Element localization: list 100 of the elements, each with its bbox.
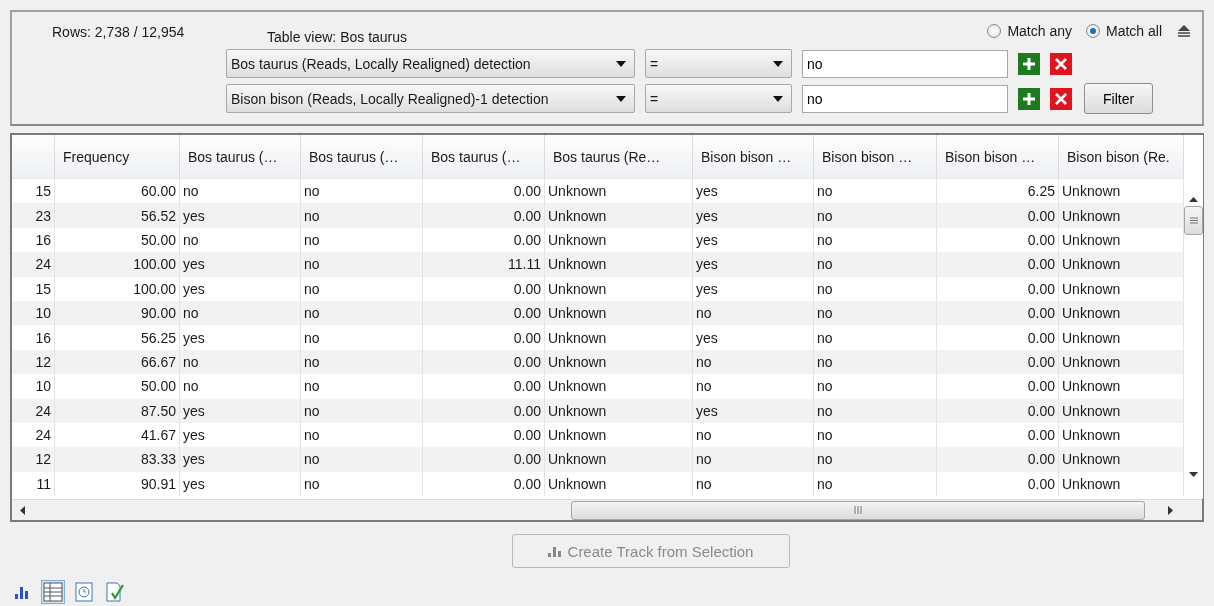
match-radio[interactable]: Match any <box>987 23 1072 39</box>
table-row[interactable]: 10 90.00 no no 0.00 Unknown no no 0.00 Unknown <box>12 300 1184 326</box>
table-cell: 56.25 <box>55 325 180 350</box>
table-cell: Unknown <box>545 276 693 301</box>
table-row[interactable]: 12 66.67 no no 0.00 Unknown no no 0.00 Unknown <box>12 349 1184 375</box>
table-row[interactable]: 24 100.00 yes no 11.11 Unknown yes no 0.00 Unknown <box>12 252 1184 277</box>
table-cell: no <box>301 471 423 497</box>
remove-filter-icon[interactable] <box>1050 52 1072 75</box>
rows-count: Rows: 2,738 / 12,954 <box>52 24 185 40</box>
view-tab[interactable] <box>72 580 96 604</box>
table-cell: no <box>301 447 423 472</box>
table-cell: Unknown <box>545 252 693 277</box>
scroll-right-icon[interactable] <box>1168 505 1173 515</box>
clock-icon <box>75 582 93 602</box>
table-cell: no <box>301 398 423 423</box>
column-header[interactable]: Bos taurus (… <box>180 135 301 179</box>
table-cell: 0.00 <box>423 398 545 423</box>
column-dropdown[interactable]: Bos taurus (Reads, Locally Realigned) detection <box>226 49 635 78</box>
column-header[interactable]: Bos taurus (Re… <box>545 135 693 179</box>
add-filter-icon[interactable] <box>1018 87 1040 110</box>
table-cell: 87.50 <box>55 398 180 423</box>
table-cell: Unknown <box>545 398 693 423</box>
value-field[interactable]: no <box>802 49 1008 78</box>
table-cell: no <box>693 471 814 497</box>
table-cell: 0.00 <box>937 276 1059 301</box>
operator-dropdown[interactable]: = <box>645 49 792 78</box>
caret-icon <box>773 60 783 67</box>
table-cell: yes <box>180 325 301 350</box>
table-cell: 0.00 <box>937 398 1059 423</box>
table-cell: yes <box>693 398 814 423</box>
table-row[interactable]: 23 56.52 yes no 0.00 Unknown yes no 0.00 Unknown <box>12 203 1184 228</box>
table-cell: 12 <box>12 447 55 472</box>
column-header[interactable]: Bison bison … <box>814 135 937 179</box>
caret-icon <box>616 95 626 102</box>
table-cell: Unknown <box>545 325 693 350</box>
radio-button[interactable] <box>987 24 1002 38</box>
table-row[interactable]: 12 83.33 yes no 0.00 Unknown no no 0.00 Unknown <box>12 447 1184 472</box>
table-cell: no <box>814 325 937 350</box>
column-header[interactable]: Frequency <box>55 135 180 179</box>
table-cell: 10 <box>12 374 55 399</box>
column-dropdown[interactable]: Bison bison (Reads, Locally Realigned)-1 detection <box>226 84 635 113</box>
scroll-up-icon[interactable] <box>1189 197 1198 202</box>
table-cell: no <box>180 374 301 399</box>
table-cell: 0.00 <box>423 471 545 497</box>
horizontal-scrollbar-thumb[interactable] <box>571 500 1145 520</box>
table-cell: Unknown <box>545 471 693 497</box>
table-cell: 0.00 <box>937 203 1059 228</box>
table-cell: 16 <box>12 325 55 350</box>
table-cell: no <box>814 471 937 497</box>
document-check-icon <box>105 582 125 602</box>
table-cell: no <box>814 398 937 423</box>
column-header[interactable]: Bos taurus (… <box>301 135 423 179</box>
view-tab[interactable] <box>41 580 65 604</box>
table-cell: 0.00 <box>937 471 1059 497</box>
table-cell: Unknown <box>545 374 693 399</box>
table-cell: 0.00 <box>423 374 545 399</box>
table-cell: no <box>814 447 937 472</box>
radio-button[interactable] <box>1085 24 1100 38</box>
table-row[interactable]: 24 87.50 yes no 0.00 Unknown yes no 0.00 Unknown <box>12 398 1184 423</box>
table-cell: yes <box>693 325 814 350</box>
table-cell: 0.00 <box>937 252 1059 277</box>
table-cell: 11.11 <box>423 252 545 277</box>
vertical-scrollbar-thumb[interactable] <box>1184 206 1203 235</box>
table-cell: yes <box>180 252 301 277</box>
bar-chart-icon <box>547 545 562 557</box>
scroll-left-icon[interactable] <box>20 505 25 515</box>
table-cell: yes <box>693 203 814 228</box>
table-cell: no <box>301 325 423 350</box>
table-cell: 0.00 <box>423 325 545 350</box>
table-cell: yes <box>180 471 301 497</box>
table-cell: no <box>301 203 423 228</box>
table-cell: 0.00 <box>937 374 1059 399</box>
table-cell: yes <box>180 398 301 423</box>
caret-icon <box>773 95 783 102</box>
empty-column-header <box>12 135 55 179</box>
remove-filter-icon[interactable] <box>1050 87 1072 110</box>
table-cell: yes <box>693 252 814 277</box>
collapse-icon[interactable] <box>1176 24 1192 38</box>
view-tab[interactable] <box>103 580 127 604</box>
table-cell: 56.52 <box>55 203 180 228</box>
table-cell: no <box>814 374 937 399</box>
match-radio[interactable]: Match all <box>1085 23 1162 39</box>
bar-chart-icon <box>14 585 30 599</box>
table-cell: no <box>693 447 814 472</box>
table-cell: no <box>301 374 423 399</box>
add-filter-icon[interactable] <box>1018 52 1040 75</box>
table-view-label: Table view: Bos taurus <box>267 29 408 45</box>
operator-dropdown[interactable]: = <box>645 84 792 113</box>
value-field[interactable]: no <box>802 84 1008 113</box>
column-header[interactable]: Bison bison (Re. <box>1059 135 1184 179</box>
column-header[interactable]: Bison bison … <box>937 135 1059 179</box>
table-cell: Unknown <box>545 203 693 228</box>
table-cell: yes <box>693 276 814 301</box>
table-cell: Unknown <box>545 447 693 472</box>
column-header[interactable]: Bos taurus (… <box>423 135 545 179</box>
column-header[interactable]: Bison bison … <box>693 135 814 179</box>
caret-icon <box>616 60 626 67</box>
scroll-down-icon[interactable] <box>1189 472 1198 477</box>
filter-button[interactable]: Filter <box>1084 83 1154 114</box>
table-cell: 0.00 <box>937 325 1059 350</box>
